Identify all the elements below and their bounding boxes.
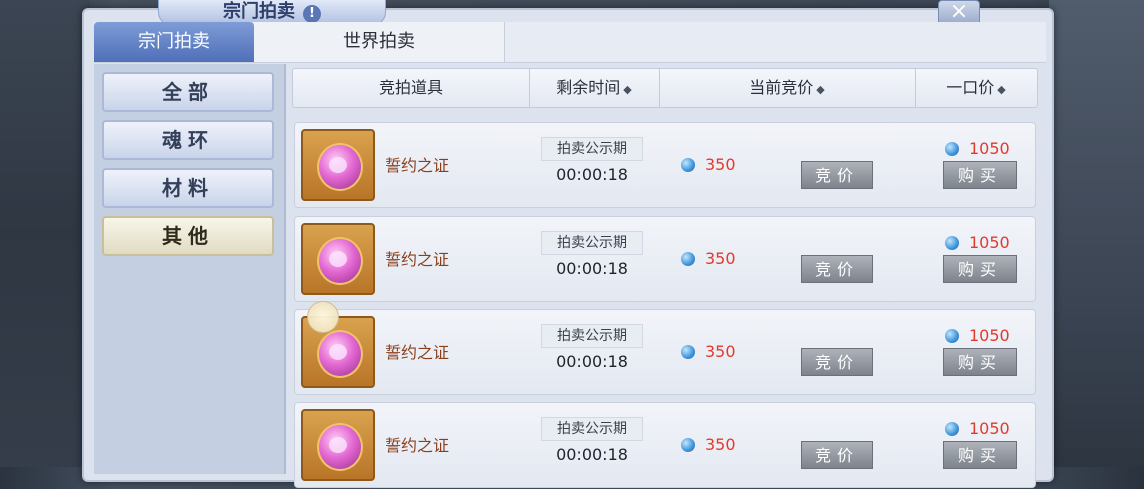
coin-icon (945, 142, 959, 156)
coin-icon (945, 236, 959, 250)
buyout-value: 1050 (969, 419, 1010, 438)
coin-icon (681, 345, 695, 359)
table-header: 竞拍道具 剩余时间 ◆ 当前竞价 ◆ 一口价 ◆ (292, 68, 1038, 108)
category-soul-ring-button[interactable]: 魂环 (102, 120, 274, 160)
tab-world-auction[interactable]: 世界拍卖 (254, 22, 505, 62)
bid-button[interactable]: 竞价 (801, 441, 873, 469)
sort-icon: ◆ (816, 83, 825, 96)
category-all-button[interactable]: 全部 (102, 72, 274, 112)
table-row: 誓约之证 拍卖公示期 00:00:18 350 竞价 1050 购买 (294, 309, 1036, 395)
table-row: 誓约之证 拍卖公示期 00:00:18 350 竞价 1050 购买 (294, 122, 1036, 208)
bid-button[interactable]: 竞价 (801, 348, 873, 376)
tab-sect-auction[interactable]: 宗门拍卖 (94, 22, 254, 62)
current-bid-value: 350 (705, 435, 736, 454)
tab-bar: 宗门拍卖 世界拍卖 (94, 22, 1046, 63)
current-bid: 350 (681, 435, 736, 454)
time-value: 00:00:18 (556, 259, 628, 278)
header-current-bid-label: 当前竞价 (749, 78, 814, 97)
bid-button[interactable]: 竞价 (801, 161, 873, 189)
header-item-label: 竞拍道具 (378, 78, 443, 97)
touch-indicator (307, 301, 339, 333)
time-remaining: 拍卖公示期 00:00:18 (541, 324, 643, 371)
header-time-label: 剩余时间 (556, 78, 621, 97)
coin-icon (945, 422, 959, 436)
item-icon[interactable] (301, 223, 375, 295)
buyout-price: 1050 (945, 139, 1010, 158)
window-title-text: 宗门拍卖 (223, 1, 295, 22)
current-bid-value: 350 (705, 342, 736, 361)
time-value: 00:00:18 (556, 445, 628, 464)
table-row: 誓约之证 拍卖公示期 00:00:18 350 竞价 1050 购买 (294, 402, 1036, 488)
sort-icon: ◆ (623, 83, 632, 96)
buyout-value: 1050 (969, 233, 1010, 252)
info-icon[interactable]: ! (303, 5, 321, 23)
buyout-price: 1050 (945, 233, 1010, 252)
coin-icon (945, 329, 959, 343)
buy-button[interactable]: 购买 (943, 441, 1017, 469)
coin-icon (681, 438, 695, 452)
category-sidebar: 全部 魂环 材料 其他 (94, 64, 286, 474)
buy-button[interactable]: 购买 (943, 255, 1017, 283)
time-value: 00:00:18 (556, 352, 628, 371)
current-bid: 350 (681, 342, 736, 361)
header-current-bid[interactable]: 当前竞价 ◆ (659, 69, 916, 107)
time-remaining: 拍卖公示期 00:00:18 (541, 231, 643, 278)
header-buyout-label: 一口价 (946, 78, 995, 97)
sort-icon: ◆ (997, 83, 1006, 96)
time-status-label: 拍卖公示期 (541, 417, 643, 441)
buyout-price: 1050 (945, 326, 1010, 345)
background-right (1049, 0, 1144, 467)
table-row: 誓约之证 拍卖公示期 00:00:18 350 竞价 1050 购买 (294, 216, 1036, 302)
current-bid: 350 (681, 249, 736, 268)
time-remaining: 拍卖公示期 00:00:18 (541, 417, 643, 464)
item-icon[interactable] (301, 409, 375, 481)
header-buyout[interactable]: 一口价 ◆ (915, 69, 1037, 107)
category-material-button[interactable]: 材料 (102, 168, 274, 208)
header-time[interactable]: 剩余时间 ◆ (529, 69, 660, 107)
item-name: 誓约之证 (385, 250, 450, 269)
background-left (0, 0, 90, 467)
item-name: 誓约之证 (385, 436, 450, 455)
buy-button[interactable]: 购买 (943, 348, 1017, 376)
bid-button[interactable]: 竞价 (801, 255, 873, 283)
header-item: 竞拍道具 (293, 69, 530, 107)
item-name: 誓约之证 (385, 343, 450, 362)
coin-icon (681, 252, 695, 266)
item-icon[interactable] (301, 129, 375, 201)
category-other-button[interactable]: 其他 (102, 216, 274, 256)
buyout-price: 1050 (945, 419, 1010, 438)
time-status-label: 拍卖公示期 (541, 324, 643, 348)
coin-icon (681, 158, 695, 172)
time-status-label: 拍卖公示期 (541, 231, 643, 255)
buy-button[interactable]: 购买 (943, 161, 1017, 189)
current-bid-value: 350 (705, 249, 736, 268)
time-status-label: 拍卖公示期 (541, 137, 643, 161)
current-bid-value: 350 (705, 155, 736, 174)
current-bid: 350 (681, 155, 736, 174)
buyout-value: 1050 (969, 139, 1010, 158)
time-remaining: 拍卖公示期 00:00:18 (541, 137, 643, 184)
time-value: 00:00:18 (556, 165, 628, 184)
buyout-value: 1050 (969, 326, 1010, 345)
item-name: 誓约之证 (385, 156, 450, 175)
